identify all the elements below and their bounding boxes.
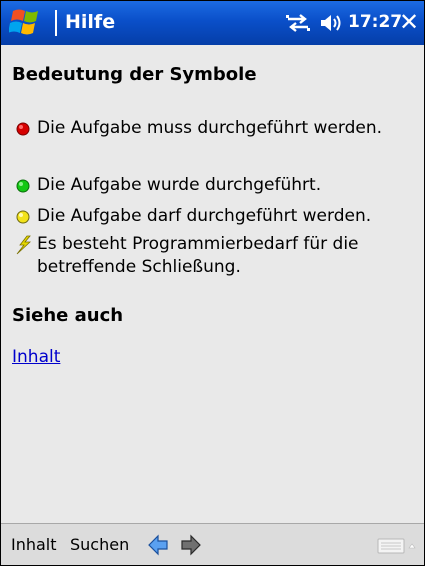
legend-text: Die Aufgabe muss durchgeführt werden. <box>37 118 383 138</box>
menu-suchen[interactable]: Suchen <box>70 535 129 554</box>
legend-text: Die Aufgabe darf durchgeführt werden. <box>37 206 372 226</box>
legend-item-done: Die Aufgabe wurde durchgeführt. <box>14 174 414 197</box>
windows-start-icon[interactable] <box>9 7 51 39</box>
legend-item-may: Die Aufgabe darf durchgeführt werden. <box>14 205 414 228</box>
app-title: Hilfe <box>65 11 116 33</box>
app-window: Hilfe 17:27 ✕ Bedeutung der Symbole Die … <box>0 0 425 566</box>
yellow-dot-icon <box>16 210 30 224</box>
contents-link[interactable]: Inhalt <box>12 347 60 367</box>
see-also-heading: Siehe auch <box>12 305 124 326</box>
legend-item-must: Die Aufgabe muss durchgeführt werden. <box>14 117 414 140</box>
menu-bar: Inhalt Suchen <box>1 523 424 565</box>
keyboard-icon[interactable] <box>377 537 417 555</box>
back-arrow-icon[interactable] <box>147 534 169 556</box>
green-dot-icon <box>16 179 30 193</box>
red-dot-icon <box>16 122 30 136</box>
close-icon: ✕ <box>398 8 420 36</box>
lightning-icon <box>16 235 32 255</box>
legend-text: Es besteht Programmierbedarf für die bet… <box>37 234 359 277</box>
page-heading: Bedeutung der Symbole <box>12 64 257 85</box>
close-button[interactable]: ✕ <box>397 9 421 35</box>
help-content: Bedeutung der Symbole Die Aufgabe muss d… <box>1 45 424 523</box>
title-bar: Hilfe 17:27 ✕ <box>1 1 424 45</box>
connectivity-icon[interactable] <box>285 14 311 32</box>
forward-arrow-icon[interactable] <box>180 534 202 556</box>
legend-text: Die Aufgabe wurde durchgeführt. <box>37 175 322 195</box>
clock[interactable]: 17:27 <box>348 12 402 32</box>
menu-inhalt[interactable]: Inhalt <box>11 535 57 554</box>
speaker-icon[interactable] <box>319 13 343 33</box>
legend-item-programming: Es besteht Programmierbedarf für die bet… <box>14 233 414 279</box>
title-separator <box>55 10 57 36</box>
